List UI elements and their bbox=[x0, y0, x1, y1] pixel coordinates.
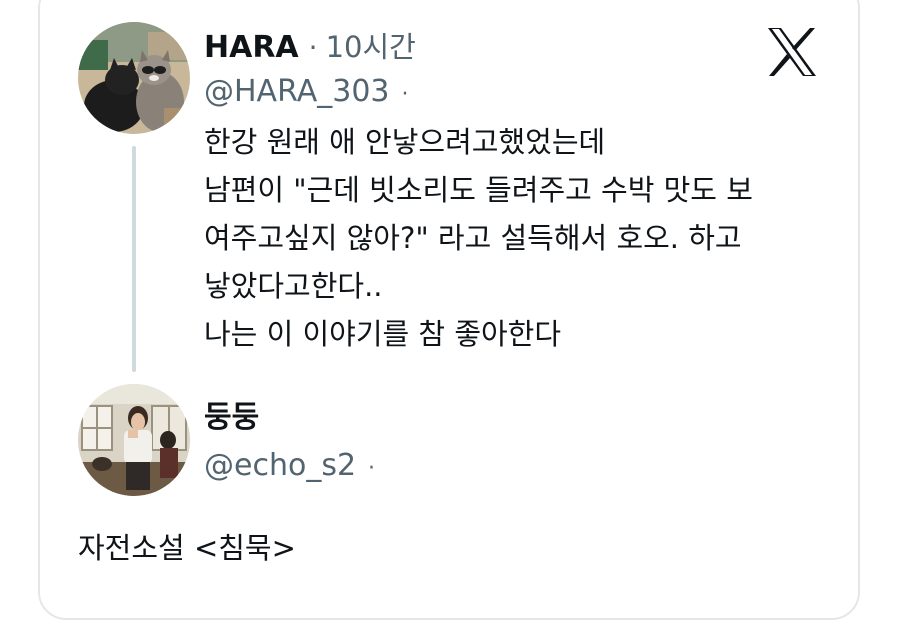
tweet1-display-name[interactable]: HARA bbox=[204, 30, 299, 65]
avatar-echo[interactable] bbox=[78, 384, 190, 496]
thread-connector-line bbox=[132, 146, 136, 372]
tweet1-body: 한강 원래 애 안낳으려고했었는데 남편이 "근데 빗소리도 들려주고 수박 맛… bbox=[204, 118, 824, 358]
tweet2-handle-separator: · bbox=[368, 456, 376, 481]
tweet1-handle-separator: · bbox=[401, 82, 409, 107]
woman-room-photo-avatar-icon bbox=[78, 384, 190, 496]
tweet1-handle[interactable]: @HARA_303 bbox=[204, 74, 390, 109]
tweet1-line: 나는 이 이야기를 참 좋아한다 bbox=[204, 317, 562, 351]
tweet1-handle-row: @HARA_303 · bbox=[204, 74, 409, 109]
tweet2-header: 둥둥 bbox=[204, 392, 259, 436]
tweet1-header: HARA · 10시간 bbox=[204, 24, 416, 66]
tweet2-handle[interactable]: @echo_s2 bbox=[204, 448, 356, 483]
x-logo-icon[interactable] bbox=[766, 26, 818, 78]
tweet1-line: 낳았다고한다.. bbox=[204, 269, 383, 303]
tweet1-line: 여주고싶지 않아?" 라고 설득해서 호오. 하고 bbox=[204, 221, 742, 255]
tweet1-line: 남편이 "근데 빗소리도 들려주고 수박 맛도 보 bbox=[204, 173, 753, 207]
avatar-hara[interactable] bbox=[78, 22, 190, 134]
tweet1-timestamp[interactable]: 10시간 bbox=[326, 24, 416, 66]
tweet2-body: 자전소설 <침묵> bbox=[78, 531, 296, 565]
tweet1-separator: · bbox=[308, 31, 318, 64]
raccoon-cat-photo-avatar-icon bbox=[78, 22, 190, 134]
tweet2-display-name[interactable]: 둥둥 bbox=[204, 392, 259, 436]
tweet2-handle-row: @echo_s2 · bbox=[204, 448, 375, 483]
tweet1-line: 한강 원래 애 안낳으려고했었는데 bbox=[204, 125, 606, 159]
